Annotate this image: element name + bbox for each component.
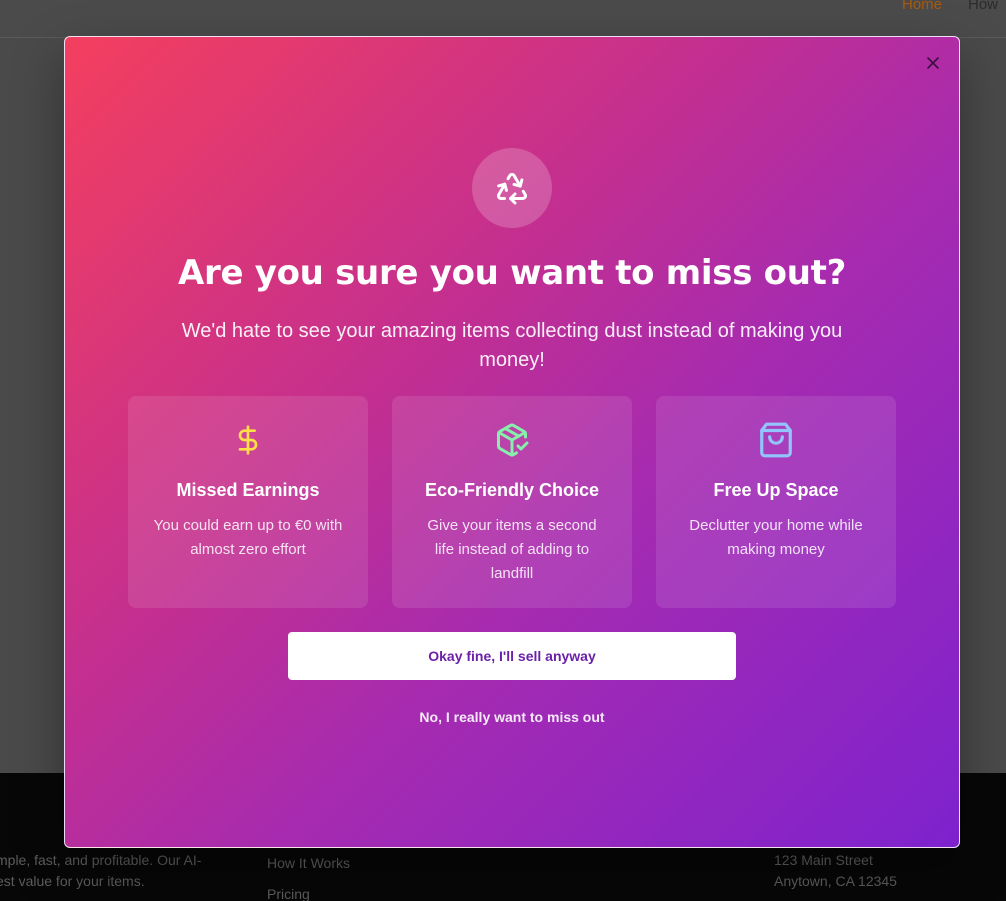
card-missed-earnings: Missed Earnings You could earn up to €0 … — [128, 396, 368, 608]
hero-icon-circle — [472, 148, 552, 228]
top-navigation: Home How — [0, 0, 1006, 38]
sell-anyway-button[interactable]: Okay fine, I'll sell anyway — [288, 632, 736, 680]
card-title: Missed Earnings — [176, 480, 320, 500]
modal-subtitle: We'd hate to see your amazing items coll… — [181, 320, 843, 371]
nav-link-how-it-works[interactable]: How — [968, 0, 998, 13]
card-free-up-space: Free Up Space Declutter your home while … — [656, 396, 896, 608]
close-icon — [927, 57, 939, 69]
package-check-icon — [492, 420, 532, 460]
exit-intent-modal: Are you sure you want to miss out? We'd … — [64, 36, 960, 848]
card-eco-friendly: Eco-Friendly Choice Give your items a se… — [392, 396, 632, 608]
close-button[interactable] — [923, 53, 943, 73]
miss-out-button[interactable]: No, I really want to miss out — [362, 705, 662, 729]
footer-address-street: 123 Main Street — [774, 852, 873, 868]
footer-link-how-it-works[interactable]: How It Works — [267, 853, 350, 874]
card-text: Give your items a second life instead of… — [427, 517, 597, 582]
recycle-icon — [497, 172, 527, 205]
footer-link-pricing[interactable]: Pricing — [267, 884, 350, 901]
card-title: Free Up Space — [713, 480, 839, 500]
footer-links: How It Works Pricing — [267, 853, 350, 901]
shopping-bag-icon — [756, 420, 796, 460]
dollar-icon — [228, 420, 268, 460]
card-title: Eco-Friendly Choice — [424, 480, 600, 500]
card-text: Declutter your home while making money — [689, 517, 863, 558]
footer-address: 123 Main Street Anytown, CA 12345 — [774, 850, 897, 892]
footer-about-text: mple, fast, and profitable. Our AI- est … — [0, 852, 202, 889]
modal-title: Are you sure you want to miss out? — [177, 253, 847, 293]
nav-link-home[interactable]: Home — [902, 0, 942, 13]
footer-address-city: Anytown, CA 12345 — [774, 873, 897, 889]
card-text: You could earn up to €0 with almost zero… — [153, 517, 343, 558]
benefit-cards: Missed Earnings You could earn up to €0 … — [128, 396, 896, 608]
